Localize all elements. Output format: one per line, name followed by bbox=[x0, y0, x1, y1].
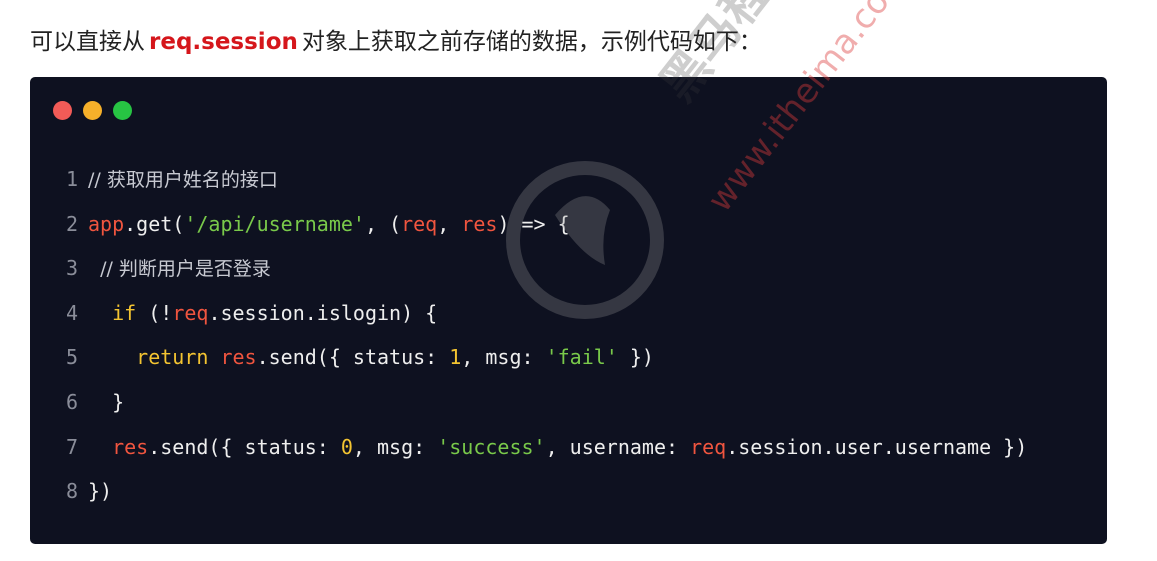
code-token: res bbox=[220, 345, 257, 370]
code-line: 4 if (!req.session.islogin) { bbox=[30, 291, 1027, 336]
code-line: 2 app.get('/api/username', (req, res) => … bbox=[30, 202, 1027, 247]
code-token: 判断用户是否登录 bbox=[118, 258, 271, 281]
code-token: , username: bbox=[545, 434, 691, 459]
code-token: .session.user.username }) bbox=[726, 434, 1028, 459]
code-token: // bbox=[88, 258, 119, 281]
line-number: 3 bbox=[65, 256, 78, 281]
code-line: 7 res.send({ status: 0, msg: 'success', … bbox=[30, 425, 1027, 470]
code-token: .session.islogin) { bbox=[208, 300, 438, 325]
intro-keyword: req.session bbox=[149, 29, 298, 55]
code-token: res bbox=[461, 211, 498, 236]
code-token: .send({ status: bbox=[148, 434, 341, 459]
code-line: 6 } bbox=[30, 380, 1027, 425]
minimize-dot-icon bbox=[83, 101, 102, 120]
line-number: 4 bbox=[65, 300, 78, 325]
code-token: } bbox=[88, 389, 125, 414]
line-number: 2 bbox=[65, 211, 78, 236]
code-token: 1 bbox=[449, 345, 462, 370]
code-token: .send({ status: bbox=[256, 345, 450, 370]
code-token: 'fail' bbox=[545, 345, 618, 370]
code-token: req bbox=[172, 300, 209, 325]
code-line: 5 return res.send({ status: 1, msg: 'fai… bbox=[30, 335, 1027, 380]
code-token: , bbox=[437, 211, 462, 236]
code-lines: 1 // 获取用户姓名的接口 2 app.get('/api/username', (… bbox=[30, 157, 1027, 514]
code-token: '/api/username' bbox=[184, 211, 365, 236]
line-number: 8 bbox=[65, 479, 78, 504]
code-token: , ( bbox=[364, 211, 402, 236]
line-number: 1 bbox=[65, 167, 78, 191]
window-controls bbox=[53, 101, 132, 120]
code-token: // bbox=[88, 169, 107, 191]
code-token: 'success' bbox=[437, 434, 546, 459]
code-line: 3 // 判断用户是否登录 bbox=[30, 246, 1027, 291]
line-number: 6 bbox=[65, 389, 78, 414]
line-number: 5 bbox=[65, 345, 78, 370]
code-token: 0 bbox=[340, 434, 353, 459]
code-token: app bbox=[88, 211, 125, 236]
code-token: .get( bbox=[124, 211, 185, 236]
code-token: 获取用户姓名的接口 bbox=[106, 169, 278, 191]
code-line: 1 // 获取用户姓名的接口 bbox=[30, 157, 1027, 202]
code-token: , msg: bbox=[352, 434, 438, 459]
code-block: 1 // 获取用户姓名的接口 2 app.get('/api/username', (… bbox=[30, 77, 1107, 544]
intro-sentence: 可以直接从 req.session 对象上获取之前存储的数据，示例代码如下： bbox=[30, 26, 762, 58]
close-dot-icon bbox=[53, 101, 72, 120]
code-token: req bbox=[690, 434, 727, 459]
code-token: }) bbox=[617, 345, 654, 370]
line-number: 7 bbox=[65, 434, 78, 459]
code-token: req bbox=[401, 211, 438, 236]
maximize-dot-icon bbox=[113, 101, 132, 120]
intro-suffix: 对象上获取之前存储的数据，示例代码如下： bbox=[301, 29, 762, 55]
code-token: return bbox=[136, 345, 209, 370]
code-token: ) => { bbox=[497, 211, 570, 236]
code-token: res bbox=[112, 434, 149, 459]
code-token: if bbox=[112, 300, 137, 325]
code-token: }) bbox=[88, 479, 113, 504]
code-token: , msg: bbox=[461, 345, 546, 370]
intro-prefix: 可以直接从 bbox=[30, 29, 145, 55]
code-token: (! bbox=[136, 300, 173, 325]
code-line: 8}) bbox=[30, 469, 1027, 514]
